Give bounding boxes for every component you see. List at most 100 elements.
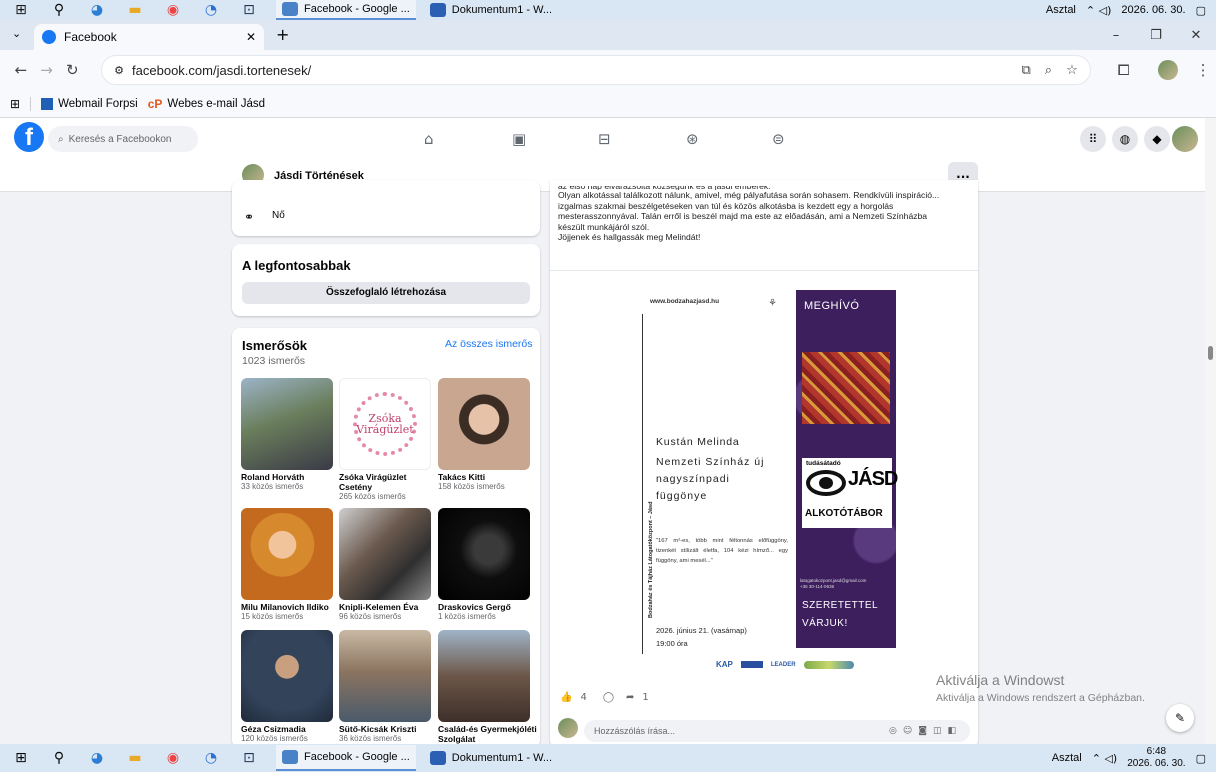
friend-photo[interactable]	[438, 630, 530, 722]
facebook-search-input[interactable]: ⌕ Keresés a Facebookon	[48, 126, 198, 152]
address-toolbar: ← → ↻ ⚙ facebook.com/jasdi.tortenesek/ ⧉ ⌕…	[0, 50, 1216, 90]
url-field[interactable]: ⚙ facebook.com/jasdi.tortenesek/ ⧉ ⌕ ☆	[101, 55, 1091, 85]
flyer-brand-box: tudásátadó JÁSD ALKOTÓTÁBOR	[802, 458, 898, 528]
menu-icon[interactable]: ⋮	[1190, 61, 1216, 79]
zoom-icon[interactable]: ⌕	[1045, 63, 1052, 78]
friend-photo[interactable]	[339, 508, 431, 600]
facebook-logo-icon[interactable]: f	[14, 122, 44, 152]
home-icon[interactable]: ⌂	[424, 130, 434, 148]
file-explorer-icon[interactable]: ▬	[124, 749, 146, 767]
notification-icon[interactable]: ▢	[1196, 4, 1206, 17]
bookmark-webmail[interactable]: Webmail Forpsi	[41, 97, 138, 110]
page-scrollbar[interactable]	[1205, 118, 1216, 744]
app-icon[interactable]: ◔	[200, 749, 222, 767]
app-icon[interactable]: ◔	[200, 1, 222, 19]
new-tab-button[interactable]: +	[276, 25, 289, 44]
edge-icon[interactable]: ◕	[86, 749, 108, 767]
notification-icon[interactable]: ▢	[1196, 752, 1206, 765]
chrome-icon[interactable]: ◉	[162, 749, 184, 767]
forward-icon[interactable]: →	[34, 61, 60, 79]
taskbar-app-chrome[interactable]: Facebook - Google ...	[276, 0, 416, 20]
marketplace-icon[interactable]: ⊟	[598, 130, 611, 148]
friend-photo[interactable]	[438, 378, 530, 470]
edit-compose-button[interactable]: ✎	[1166, 704, 1194, 732]
tray-icons[interactable]: ⌃ ◁)	[1086, 4, 1111, 17]
friend-photo[interactable]	[438, 508, 530, 600]
friend-card[interactable]: Knipli-Kelemen Éva 96 közös ismerős	[339, 508, 431, 622]
minimize-button[interactable]: –	[1096, 28, 1136, 43]
taskbar-app-word[interactable]: Dokumentum1 - W...	[424, 0, 558, 20]
gaming-icon[interactable]: ⊜	[772, 130, 785, 148]
share-count: 1	[642, 692, 649, 703]
activation-watermark: Aktiválja a Windowst Aktiválja a Windows…	[936, 672, 1145, 704]
messenger-icon[interactable]: ◍	[1112, 126, 1138, 152]
windows-start-icon[interactable]: ⊞	[10, 749, 32, 767]
search-icon[interactable]: ⚲	[48, 1, 70, 19]
tab-facebook[interactable]: Facebook ✕	[34, 24, 264, 50]
flyer-logo-icon: ⚘	[768, 298, 777, 309]
install-icon[interactable]: ⧉	[1022, 63, 1031, 78]
windows-start-icon[interactable]: ⊞	[10, 1, 32, 19]
comment-icon[interactable]: ◯	[603, 692, 614, 703]
chrome-icon[interactable]: ◉	[162, 1, 184, 19]
post-actions: 👍 4 ◯ ➦ 1	[560, 692, 649, 703]
clock[interactable]: 6:48 2026. 06. 30.	[1127, 746, 1185, 770]
friend-card[interactable]: Milu Milanovich Ildiko 15 közös ismerős	[241, 508, 333, 622]
friend-photo[interactable]	[241, 378, 333, 470]
desktop-label[interactable]: Asztal	[1046, 4, 1076, 16]
video-icon[interactable]: ▣	[512, 130, 526, 148]
profile-avatar[interactable]	[1158, 60, 1179, 80]
close-window-button[interactable]: ✕	[1176, 28, 1216, 43]
flyer-time: 19:00 óra	[656, 639, 688, 648]
friend-photo[interactable]	[241, 630, 333, 722]
notifications-bell-icon[interactable]: ◆	[1144, 126, 1170, 152]
see-all-friends-link[interactable]: Az összes ismerős	[445, 338, 533, 350]
search-icon[interactable]: ⚲	[48, 749, 70, 767]
apps-grid-icon[interactable]: ⊞	[10, 97, 20, 111]
friend-card[interactable]: Zsóka Virágüzlet Zsóka Virágüzlet Csetény…	[339, 378, 431, 502]
like-icon[interactable]: 👍	[560, 692, 572, 703]
friend-card[interactable]: Takács Kitti 158 közös ismerős	[438, 378, 530, 492]
maximize-button[interactable]: ❐	[1136, 28, 1176, 43]
account-avatar[interactable]	[1172, 126, 1198, 152]
reload-icon[interactable]: ↻	[59, 61, 85, 79]
share-icon[interactable]: ➦	[626, 692, 634, 703]
comment-tools-icons[interactable]: ◎☺◙◫◧	[889, 726, 962, 736]
groups-icon[interactable]: ⊛	[686, 130, 699, 148]
bookmark-email[interactable]: cP Webes e-mail Jásd	[148, 97, 265, 111]
friend-card[interactable]: Sütő-Kicsák Kriszti 36 közös ismerős	[339, 630, 431, 744]
commenter-avatar	[558, 718, 578, 738]
invitation-flyer-image[interactable]: www.bodzahazjasd.hu ⚘ Bodzaház és Tájház…	[640, 290, 900, 682]
comment-input[interactable]: Hozzászólás írása... ◎☺◙◫◧	[584, 720, 970, 742]
site-info-icon[interactable]: ⚙	[114, 64, 124, 77]
friend-card[interactable]: Draskovics Gergő 1 közös ismerős	[438, 508, 530, 622]
friend-photo[interactable]: Zsóka Virágüzlet	[339, 378, 431, 470]
extensions-icon[interactable]: ⧠	[1111, 61, 1137, 79]
tab-dropdown-icon[interactable]: ⌄	[12, 27, 21, 40]
flyer-invite-title: MEGHÍVÓ	[804, 300, 860, 312]
back-icon[interactable]: ←	[8, 61, 34, 79]
friend-card[interactable]: Géza Csizmadia 120 közös ismerős	[241, 630, 333, 744]
edge-icon[interactable]: ◕	[86, 1, 108, 19]
scrollbar-thumb[interactable]	[1208, 346, 1213, 360]
close-tab-icon[interactable]: ✕	[246, 30, 256, 44]
taskbar-top: ⊞ ⚲ ◕ ▬ ◉ ◔ ⊡ Facebook - Google ... Doku…	[0, 0, 1216, 20]
create-summary-button[interactable]: Összefoglaló létrehozása	[242, 282, 530, 304]
file-explorer-icon[interactable]: ▬	[124, 1, 146, 19]
clock-date[interactable]: 2026. 06. 30.	[1121, 4, 1185, 16]
flyer-purple-panel: MEGHÍVÓ tudásátadó JÁSD ALKOTÓTÁBOR lato…	[796, 290, 898, 648]
friend-card[interactable]: Roland Horváth 33 közös ismerős	[241, 378, 333, 492]
friend-photo[interactable]	[241, 508, 333, 600]
remote-icon[interactable]: ⊡	[238, 1, 260, 19]
flyer-embroidery-image	[802, 352, 890, 424]
desktop-label[interactable]: Asztal	[1052, 752, 1082, 764]
friend-photo[interactable]	[339, 630, 431, 722]
bookmark-star-icon[interactable]: ☆	[1066, 63, 1078, 78]
tab-title: Facebook	[64, 30, 117, 44]
remote-icon[interactable]: ⊡	[238, 749, 260, 767]
taskbar-app-word[interactable]: Dokumentum1 - W...	[424, 748, 558, 768]
tray-icons[interactable]: ⌃ ◁)	[1092, 752, 1117, 765]
menu-grid-icon[interactable]: ⠿	[1080, 126, 1106, 152]
taskbar-app-chrome[interactable]: Facebook - Google ...	[276, 745, 416, 771]
friend-card[interactable]: Család-és Gyermekjóléti Szolgálat	[438, 630, 540, 744]
